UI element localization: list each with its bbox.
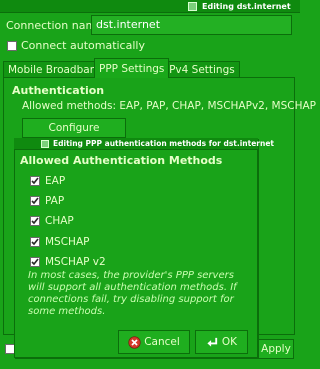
- window-title: Editing dst.internet: [202, 2, 291, 11]
- cancel-button[interactable]: Cancel: [118, 330, 190, 354]
- eap-checkbox[interactable]: [30, 176, 40, 186]
- dialog-app-icon: [41, 140, 49, 148]
- tab-mobile-broadband[interactable]: Mobile Broadband: [3, 61, 109, 78]
- tab-ipv4-settings[interactable]: IPv4 Settings: [161, 61, 240, 78]
- mschap-label[interactable]: MSCHAP: [45, 235, 89, 249]
- mschap-checkbox[interactable]: [30, 237, 40, 247]
- dialog-title: Editing PPP authentication methods for d…: [53, 139, 275, 148]
- cancel-button-label: Cancel: [144, 336, 180, 348]
- methods-help-note: In most cases, the provider's PPP server…: [28, 270, 237, 317]
- tab-ppp-settings[interactable]: PPP Settings: [94, 58, 170, 78]
- connection-name-input[interactable]: dst.internet: [91, 15, 292, 35]
- checkmark-icon: [31, 217, 39, 225]
- checkmark-icon: [31, 197, 39, 205]
- authentication-heading: Authentication: [12, 84, 105, 97]
- ok-button-label: OK: [221, 336, 238, 348]
- mschap-v2-label[interactable]: MSCHAP v2: [45, 255, 106, 269]
- window-app-icon: [188, 2, 197, 11]
- connect-automatically-label[interactable]: Connect automatically: [21, 38, 145, 54]
- apply-button[interactable]: Apply: [258, 339, 294, 359]
- connect-automatically-checkbox[interactable]: [7, 41, 17, 51]
- checkmark-icon: [31, 177, 39, 185]
- ok-button[interactable]: OK: [195, 330, 248, 354]
- checkmark-icon: [31, 238, 39, 246]
- pap-checkbox[interactable]: [30, 196, 40, 206]
- chap-label[interactable]: CHAP: [45, 214, 74, 228]
- cancel-icon: [128, 335, 141, 349]
- allowed-methods-text: Allowed methods: EAP, PAP, CHAP, MSCHAPv…: [22, 100, 316, 112]
- pap-label[interactable]: PAP: [45, 194, 64, 208]
- chap-checkbox[interactable]: [30, 216, 40, 226]
- configure-methods-button[interactable]: Configure Methods...: [22, 118, 126, 152]
- allowed-auth-methods-heading: Allowed Authentication Methods: [20, 154, 223, 167]
- mschap-v2-checkbox[interactable]: [30, 257, 40, 267]
- checkmark-icon: [31, 258, 39, 266]
- eap-label[interactable]: EAP: [45, 174, 65, 188]
- enter-arrow-icon: [207, 337, 218, 347]
